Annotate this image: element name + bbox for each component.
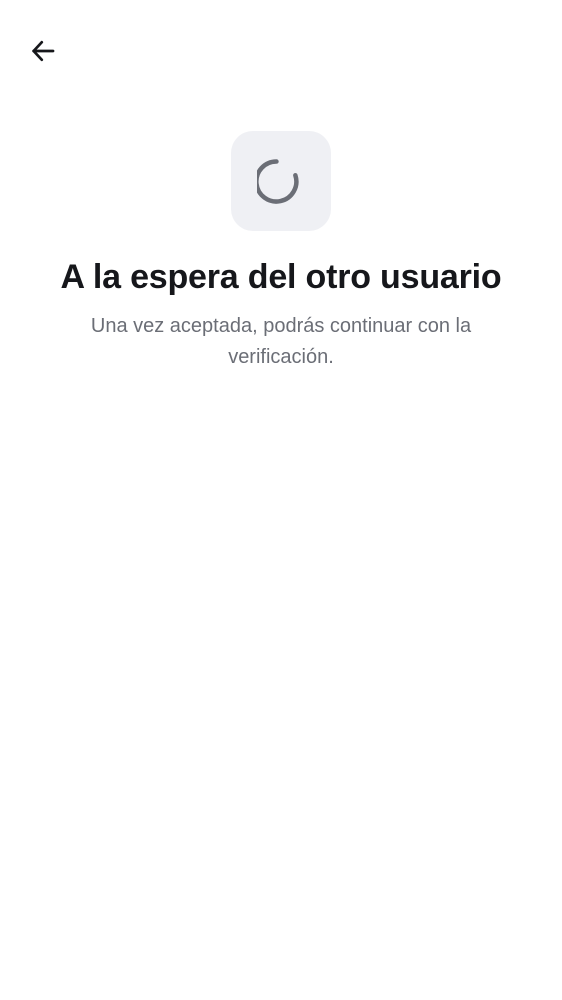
page-title: A la espera del otro usuario [60, 258, 502, 296]
loading-indicator [231, 131, 331, 231]
arrow-left-icon [28, 36, 58, 66]
back-button[interactable] [22, 30, 64, 72]
status-message: Una vez aceptada, podrás continuar con l… [90, 315, 472, 368]
loading-spinner-icon [257, 157, 305, 205]
